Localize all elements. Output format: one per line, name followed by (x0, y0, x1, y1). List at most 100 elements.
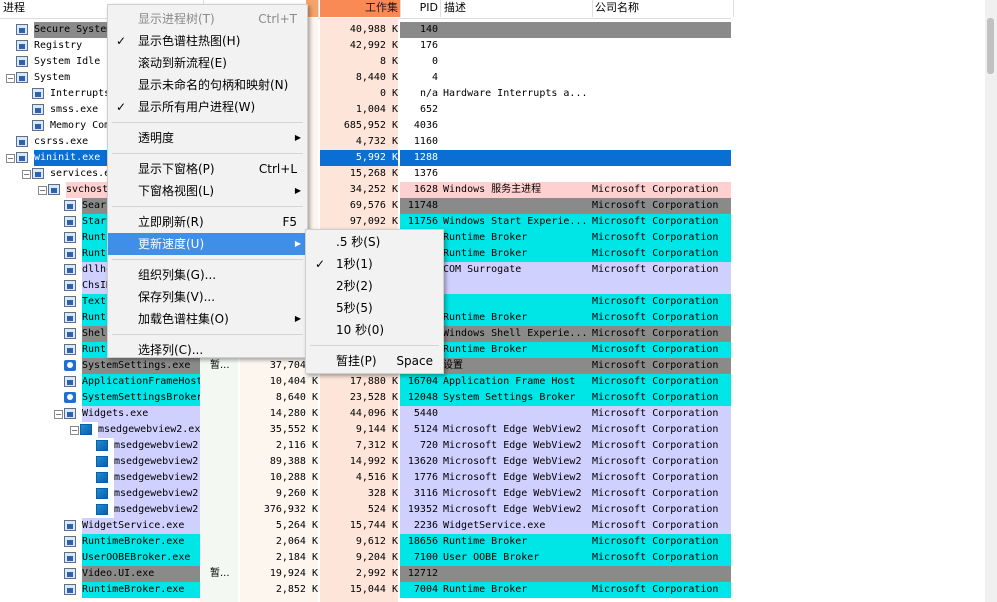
process-row[interactable]: ApplicationFrameHost.exe10,404 K17,880 K… (0, 374, 731, 390)
menu-separator (112, 259, 303, 260)
company-value (592, 278, 730, 294)
menu-item-label: 显示色谱柱热图(H) (138, 30, 240, 52)
pid-value: 12048 (400, 390, 438, 406)
menu-item[interactable]: 保存列集(V)... (108, 286, 307, 308)
company-value: Microsoft Corporation (592, 518, 730, 534)
process-name: WidgetService.exe (82, 518, 200, 534)
process-row[interactable]: msedgewebview2.exe9,260 K328 K3116Micros… (0, 486, 731, 502)
view-menu: 显示进程树(T)Ctrl+T✓显示色谱柱热图(H)滚动到新流程(E)显示未命名的… (107, 4, 308, 358)
vertical-scrollbar[interactable] (985, 0, 997, 602)
process-row[interactable]: Video.UI.exe暂...19,924 K2,992 K12712 (0, 566, 731, 582)
menu-item[interactable]: 选择列(C)... (108, 339, 307, 361)
working-set-value: 9,612 K (320, 534, 398, 550)
menu-item[interactable]: 2秒(2) (306, 275, 443, 297)
check-icon: ✓ (314, 253, 326, 275)
working-set-value: 9,204 K (320, 550, 398, 566)
pid-value: 5440 (400, 406, 438, 422)
company-value (592, 118, 730, 134)
description-value: Runtime Broker (441, 230, 591, 246)
pid-value: n/a (400, 86, 438, 102)
menu-item-label: 暂挂(P) (336, 350, 377, 372)
process-row[interactable]: msedgewebview2.exe89,388 K14,992 K13620M… (0, 454, 731, 470)
pid-value: 7100 (400, 550, 438, 566)
menu-item[interactable]: 滚动到新流程(E) (108, 52, 307, 74)
menu-item[interactable]: 下窗格视图(L)▶ (108, 180, 307, 202)
process-row[interactable]: SystemSettingsBroker.exe8,640 K23,528 K1… (0, 390, 731, 406)
window-app-icon (64, 568, 76, 579)
menu-item[interactable]: 更新速度(U)▶ (108, 233, 307, 255)
menu-separator (112, 334, 303, 335)
window-app-icon (64, 344, 76, 355)
tree-toggle-icon[interactable]: − (6, 154, 15, 163)
tree-toggle-icon[interactable]: − (54, 410, 63, 419)
process-row[interactable]: msedgewebview2.exe10,288 K4,516 K1776Mic… (0, 470, 731, 486)
scrollbar-thumb[interactable] (987, 18, 994, 74)
description-value: Runtime Broker (441, 310, 591, 326)
window-app-icon (16, 136, 28, 147)
window-app-icon (64, 216, 76, 227)
menu-item[interactable]: 加载色谱柱集(O)▶ (108, 308, 307, 330)
window-app-icon (16, 152, 28, 163)
settings-gear-icon (64, 392, 76, 403)
company-value: Microsoft Corporation (592, 534, 730, 550)
tree-toggle-icon[interactable]: − (6, 74, 15, 83)
menu-item-label: 透明度 (138, 127, 174, 149)
process-name: msedgewebview2.exe (98, 422, 200, 438)
menu-item[interactable]: 10 秒(0) (306, 319, 443, 341)
menu-item[interactable]: ✓1秒(1) (306, 253, 443, 275)
description-value: System Settings Broker (441, 390, 591, 406)
company-value: Microsoft Corporation (592, 326, 730, 342)
column-header-working-set[interactable]: 工作集 (320, 0, 401, 17)
description-value (441, 38, 591, 54)
tree-toggle-icon[interactable]: − (38, 186, 47, 195)
process-name: msedgewebview2.exe (114, 438, 200, 454)
menu-item[interactable]: 5秒(5) (306, 297, 443, 319)
pid-value: 652 (400, 102, 438, 118)
column-header-company[interactable]: 公司名称 (592, 0, 734, 17)
description-value: 设置 (441, 358, 591, 374)
column-header-description[interactable]: 描述 (441, 0, 593, 17)
edge-webview-icon (96, 440, 108, 451)
menu-item[interactable]: ✓显示所有用户进程(W) (108, 96, 307, 118)
process-row[interactable]: msedgewebview2.exe2,116 K7,312 K720Micro… (0, 438, 731, 454)
process-row[interactable]: msedgewebview2.exe376,932 K524 K19352Mic… (0, 502, 731, 518)
menu-item[interactable]: 透明度▶ (108, 127, 307, 149)
window-app-icon (16, 56, 28, 67)
process-row[interactable]: WidgetService.exe5,264 K15,744 K2236Widg… (0, 518, 731, 534)
company-value (592, 86, 730, 102)
pid-value: 11748 (400, 198, 438, 214)
process-row[interactable]: RuntimeBroker.exe2,064 K9,612 K18656Runt… (0, 534, 731, 550)
company-value: Microsoft Corporation (592, 294, 730, 310)
menu-item[interactable]: 暂挂(P)Space (306, 350, 443, 372)
process-row[interactable]: −msedgewebview2.exe35,552 K9,144 K5124Mi… (0, 422, 731, 438)
process-name: Video.UI.exe (82, 566, 200, 582)
menu-item[interactable]: ✓显示色谱柱热图(H) (108, 30, 307, 52)
process-name: msedgewebview2.exe (114, 502, 200, 518)
process-row[interactable]: UserOOBEBroker.exe2,184 K9,204 K7100User… (0, 550, 731, 566)
process-row[interactable]: RuntimeBroker.exe2,852 K15,044 K7004Runt… (0, 582, 731, 598)
private-bytes-value: 2,184 K (240, 550, 318, 566)
window-app-icon (32, 168, 44, 179)
process-name: msedgewebview2.exe (114, 486, 200, 502)
working-set-value: 17,880 K (320, 374, 398, 390)
menu-separator (112, 206, 303, 207)
company-value (592, 134, 730, 150)
description-value (441, 166, 591, 182)
tree-toggle-icon[interactable]: − (70, 426, 79, 435)
menu-item[interactable]: 立即刷新(R)F5 (108, 211, 307, 233)
company-value (592, 566, 730, 582)
menu-item[interactable]: 组织列集(G)... (108, 264, 307, 286)
menu-item[interactable]: 显示未命名的句柄和映射(N) (108, 74, 307, 96)
working-set-value: 0 K (320, 86, 398, 102)
menu-item[interactable]: .5 秒(S) (306, 231, 443, 253)
window-app-icon (32, 88, 44, 99)
process-name: ApplicationFrameHost.exe (82, 374, 200, 390)
tree-toggle-icon[interactable]: − (22, 170, 31, 179)
window-app-icon (32, 104, 44, 115)
company-value: Microsoft Corporation (592, 438, 730, 454)
menu-item[interactable]: 显示下窗格(P)Ctrl+L (108, 158, 307, 180)
process-row[interactable]: −Widgets.exe14,280 K44,096 K5440Microsof… (0, 406, 731, 422)
column-header-pid[interactable]: PID (400, 0, 441, 17)
window-app-icon (64, 232, 76, 243)
company-value: Microsoft Corporation (592, 230, 730, 246)
